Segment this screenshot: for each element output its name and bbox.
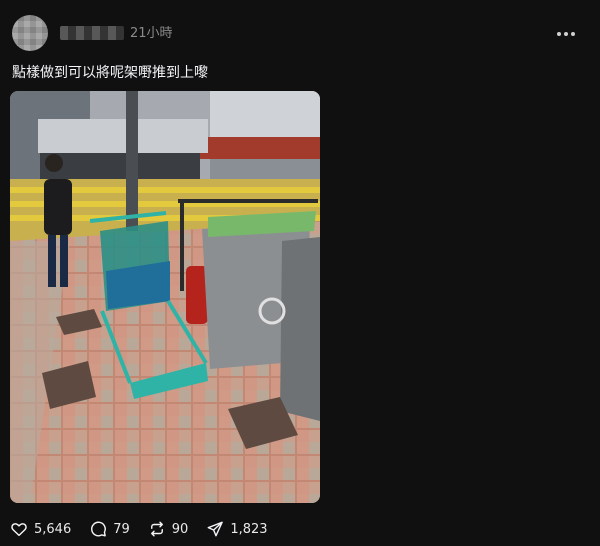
more-dot <box>571 32 575 36</box>
post-timestamp: 21小時 <box>130 26 173 41</box>
post-header: 21小時 <box>8 12 592 52</box>
comment-bubble-icon <box>91 521 107 537</box>
share-count: 1,823 <box>230 521 268 537</box>
share-button[interactable]: 1,823 <box>206 520 268 538</box>
repost-button[interactable]: 90 <box>148 520 189 538</box>
like-button[interactable]: 5,646 <box>10 520 71 538</box>
more-dot <box>557 32 561 36</box>
username-redacted[interactable] <box>60 26 124 40</box>
send-icon <box>207 521 224 537</box>
post-actions: 5,646 79 90 1,823 <box>10 518 286 540</box>
more-options-button[interactable] <box>554 24 578 44</box>
avatar[interactable] <box>12 15 48 51</box>
repost-count: 90 <box>171 521 189 537</box>
post-text: 點樣做到可以將呢架嘢推到上嚟 <box>12 65 208 81</box>
heart-icon <box>11 523 27 537</box>
comment-button[interactable]: 79 <box>89 520 130 538</box>
comment-count: 79 <box>113 521 130 537</box>
repost-arrows-icon <box>150 521 163 537</box>
like-count: 5,646 <box>34 521 72 537</box>
more-dot <box>564 32 568 36</box>
street-scene-image <box>10 91 320 503</box>
post-photo[interactable] <box>10 91 320 503</box>
